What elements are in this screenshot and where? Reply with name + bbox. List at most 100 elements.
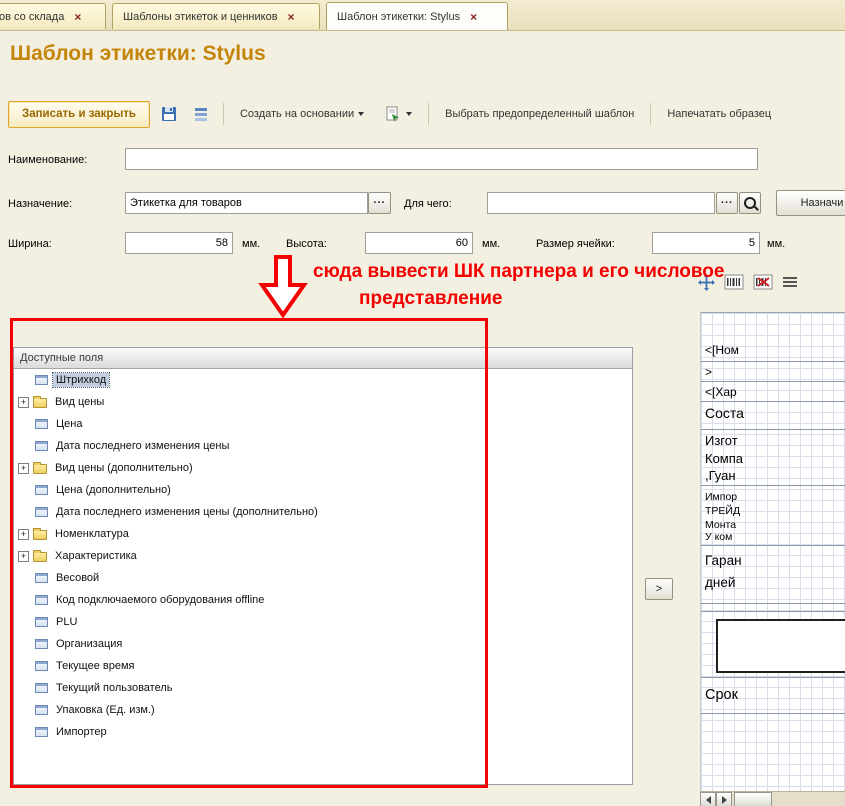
scrollbar-thumb[interactable] <box>734 792 772 806</box>
list-item-offline-equipment-code[interactable]: Код подключаемого оборудования offline <box>14 589 632 611</box>
list-item-price-change-date-additional[interactable]: Дата последнего изменения цены (дополнит… <box>14 501 632 523</box>
list-item-price-kind[interactable]: + Вид цены <box>14 391 632 413</box>
field-icon <box>35 507 48 517</box>
for-what-search-button[interactable] <box>739 192 761 214</box>
choose-predefined-template-button[interactable]: Выбрать предопределенный шаблон <box>438 102 641 126</box>
barcode-placeholder-box <box>716 619 845 673</box>
table-border <box>701 429 845 430</box>
tab-label: ов со склада <box>0 11 64 23</box>
field-icon <box>35 485 48 495</box>
scroll-right-icon <box>722 796 727 804</box>
height-label: Высота: <box>286 238 327 250</box>
table-border <box>701 485 845 486</box>
field-icon <box>35 441 48 451</box>
name-input[interactable] <box>125 148 758 170</box>
scroll-left-button[interactable] <box>700 792 716 806</box>
list-item-importer[interactable]: Импортер <box>14 721 632 743</box>
label-preview-canvas[interactable]: <[Ном > <[Хар Соста Изгот Компа ,Гуан Им… <box>700 312 845 791</box>
field-icon <box>35 617 48 627</box>
list-item-current-time[interactable]: Текущее время <box>14 655 632 677</box>
close-icon[interactable]: × <box>288 11 295 23</box>
purpose-select-button[interactable]: ... <box>368 192 391 214</box>
table-border <box>701 401 845 402</box>
app-window: ов со склада × Шаблоны этикеток и ценник… <box>0 0 845 806</box>
table-border <box>701 381 845 382</box>
preview-text: Соста <box>705 405 744 421</box>
height-input[interactable] <box>365 232 473 254</box>
tab-templates-list[interactable]: Шаблоны этикеток и ценников × <box>112 3 320 29</box>
toolbar-separator <box>650 103 651 125</box>
ellipsis-icon: ... <box>373 194 385 206</box>
expand-plus-icon[interactable]: + <box>18 529 29 540</box>
purpose-input[interactable] <box>125 192 368 214</box>
list-stack-icon <box>192 105 210 123</box>
preview-text: дней <box>705 575 735 590</box>
print-sample-button[interactable]: Напечатать образец <box>660 102 778 126</box>
width-input[interactable] <box>125 232 233 254</box>
tab-bar: ов со склада × Шаблоны этикеток и ценник… <box>0 0 845 31</box>
add-field-button[interactable]: > <box>645 578 673 600</box>
table-border <box>701 361 845 362</box>
tab-warehouse[interactable]: ов со склада × <box>0 3 106 29</box>
preview-text: Импор <box>705 491 737 503</box>
for-what-input[interactable] <box>487 192 715 214</box>
barcode-field-icon[interactable] <box>724 274 744 290</box>
field-icon <box>35 727 48 737</box>
magnifier-icon <box>744 197 756 209</box>
list-item-package[interactable]: Упаковка (Ед. изм.) <box>14 699 632 721</box>
folder-icon <box>33 398 47 408</box>
cell-size-label: Размер ячейки: <box>536 238 615 250</box>
expand-plus-icon[interactable]: + <box>18 397 29 408</box>
list-item-price-kind-additional[interactable]: + Вид цены (дополнительно) <box>14 457 632 479</box>
preview-text: <[Хар <box>705 385 737 399</box>
tab-template-stylus[interactable]: Шаблон этикетки: Stylus × <box>326 2 508 30</box>
for-what-select-button[interactable]: ... <box>716 192 738 214</box>
list-item-weighted[interactable]: Весовой <box>14 567 632 589</box>
cell-size-unit: мм. <box>767 238 785 250</box>
folder-icon <box>33 530 47 540</box>
field-icon <box>35 595 48 605</box>
toolbar-separator <box>223 103 224 125</box>
ellipsis-icon: ... <box>721 194 733 206</box>
create-document-button[interactable] <box>377 102 419 126</box>
table-border <box>701 545 845 546</box>
field-icon <box>35 639 48 649</box>
list-item-characteristic[interactable]: + Характеристика <box>14 545 632 567</box>
toolbar-separator <box>428 103 429 125</box>
dropdown-caret-icon <box>406 112 412 116</box>
name-label: Наименование: <box>8 154 87 166</box>
create-based-button[interactable]: Создать на основании <box>233 102 371 126</box>
save-close-button[interactable]: Записать и закрыть <box>8 101 150 128</box>
field-icon <box>35 705 48 715</box>
preview-text: <[Ном <box>705 343 739 357</box>
preview-text: Изгот <box>705 433 738 448</box>
list-item-price-additional[interactable]: Цена (дополнительно) <box>14 479 632 501</box>
list-item-barcode[interactable]: Штрихкод <box>14 369 632 391</box>
expand-plus-icon[interactable]: + <box>18 463 29 474</box>
folder-icon <box>33 464 47 474</box>
table-border <box>701 677 845 678</box>
close-icon[interactable]: × <box>74 11 81 23</box>
text-lines-icon[interactable] <box>782 275 798 289</box>
save-button[interactable] <box>156 101 182 127</box>
close-icon[interactable]: × <box>470 11 477 23</box>
preview-hscrollbar[interactable] <box>700 791 845 806</box>
height-unit: мм. <box>482 238 500 250</box>
list-item-price-change-date[interactable]: Дата последнего изменения цены <box>14 435 632 457</box>
list-item-plu[interactable]: PLU <box>14 611 632 633</box>
assign-button[interactable]: Назначи <box>776 190 845 216</box>
cell-size-input[interactable] <box>652 232 760 254</box>
list-item-current-user[interactable]: Текущий пользователь <box>14 677 632 699</box>
scroll-right-button[interactable] <box>716 792 732 806</box>
fields-list: Штрихкод + Вид цены Цена Дата последнего… <box>14 369 632 743</box>
new-document-icon <box>384 105 402 123</box>
tab-label: Шаблон этикетки: Stylus <box>337 11 460 23</box>
expand-plus-icon[interactable]: + <box>18 551 29 562</box>
list-item-price[interactable]: Цена <box>14 413 632 435</box>
list-item-organization[interactable]: Организация <box>14 633 632 655</box>
barcode-remove-icon[interactable] <box>753 274 773 290</box>
save-list-button[interactable] <box>188 101 214 127</box>
red-annotation-text: сюда вывести ШК партнера и его числовое … <box>313 258 724 312</box>
list-item-nomenclature[interactable]: + Номенклатура <box>14 523 632 545</box>
preview-text: Компа <box>705 451 743 466</box>
